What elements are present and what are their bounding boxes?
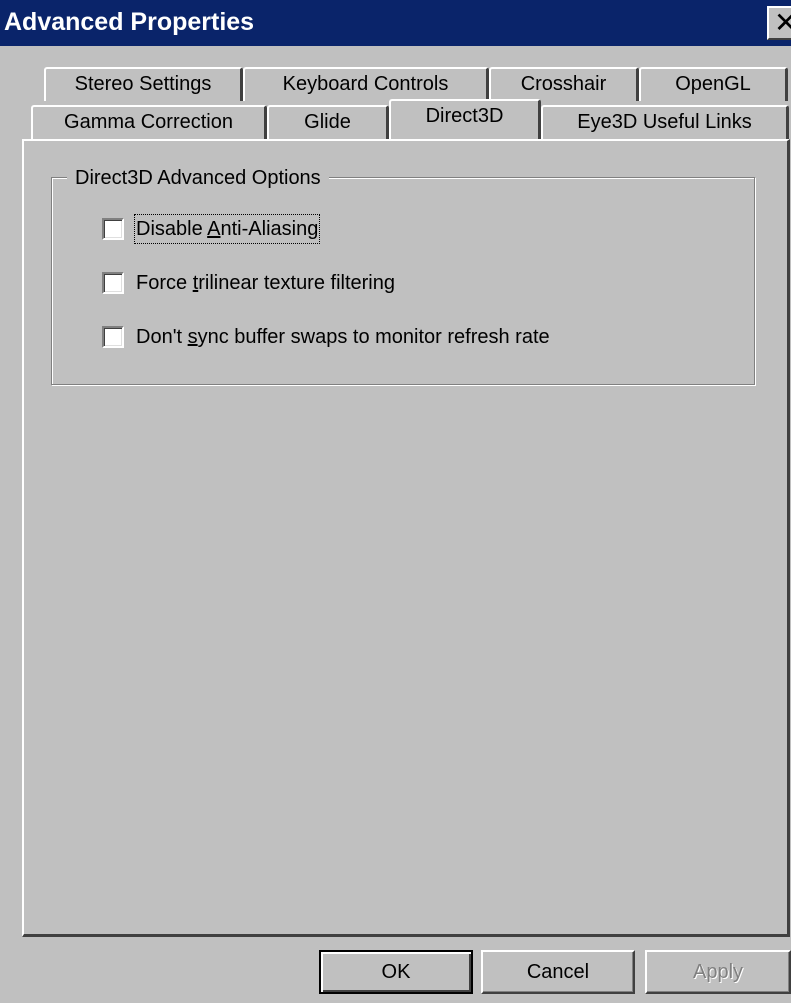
tab-gamma-correction[interactable]: Gamma Correction bbox=[31, 105, 267, 139]
tab-crosshair[interactable]: Crosshair bbox=[489, 67, 639, 101]
tab-stereo-settings[interactable]: Stereo Settings bbox=[44, 67, 243, 101]
window-title: Advanced Properties bbox=[4, 8, 255, 36]
tab-eye3d-useful-links[interactable]: Eye3D Useful Links bbox=[541, 105, 789, 139]
tab-direct3d[interactable]: Direct3D bbox=[389, 99, 541, 139]
group-title: Direct3D Advanced Options bbox=[67, 165, 329, 191]
no-vsync-label: Don't sync buffer swaps to monitor refre… bbox=[136, 326, 550, 348]
disable-anti-aliasing-checkbox[interactable] bbox=[102, 218, 124, 240]
advanced-properties-dialog: Advanced Properties ✕ Stereo Settings Ke… bbox=[0, 0, 791, 1003]
no-vsync-checkbox[interactable] bbox=[102, 326, 124, 348]
close-button[interactable]: ✕ bbox=[767, 6, 791, 40]
tab-glide[interactable]: Glide bbox=[267, 105, 389, 139]
force-trilinear-checkbox[interactable] bbox=[102, 272, 124, 294]
disable-anti-aliasing-label: Disable Anti-Aliasing bbox=[133, 214, 321, 244]
apply-button[interactable]: Apply bbox=[645, 950, 791, 994]
cancel-button[interactable]: Cancel bbox=[481, 950, 635, 994]
ok-button[interactable]: OK bbox=[319, 950, 473, 994]
force-trilinear-label: Force trilinear texture filtering bbox=[136, 272, 395, 294]
close-icon: ✕ bbox=[774, 7, 791, 38]
title-bar[interactable]: Advanced Properties ✕ bbox=[0, 0, 791, 46]
tab-opengl[interactable]: OpenGL bbox=[639, 67, 788, 101]
tab-keyboard-controls[interactable]: Keyboard Controls bbox=[243, 67, 489, 101]
